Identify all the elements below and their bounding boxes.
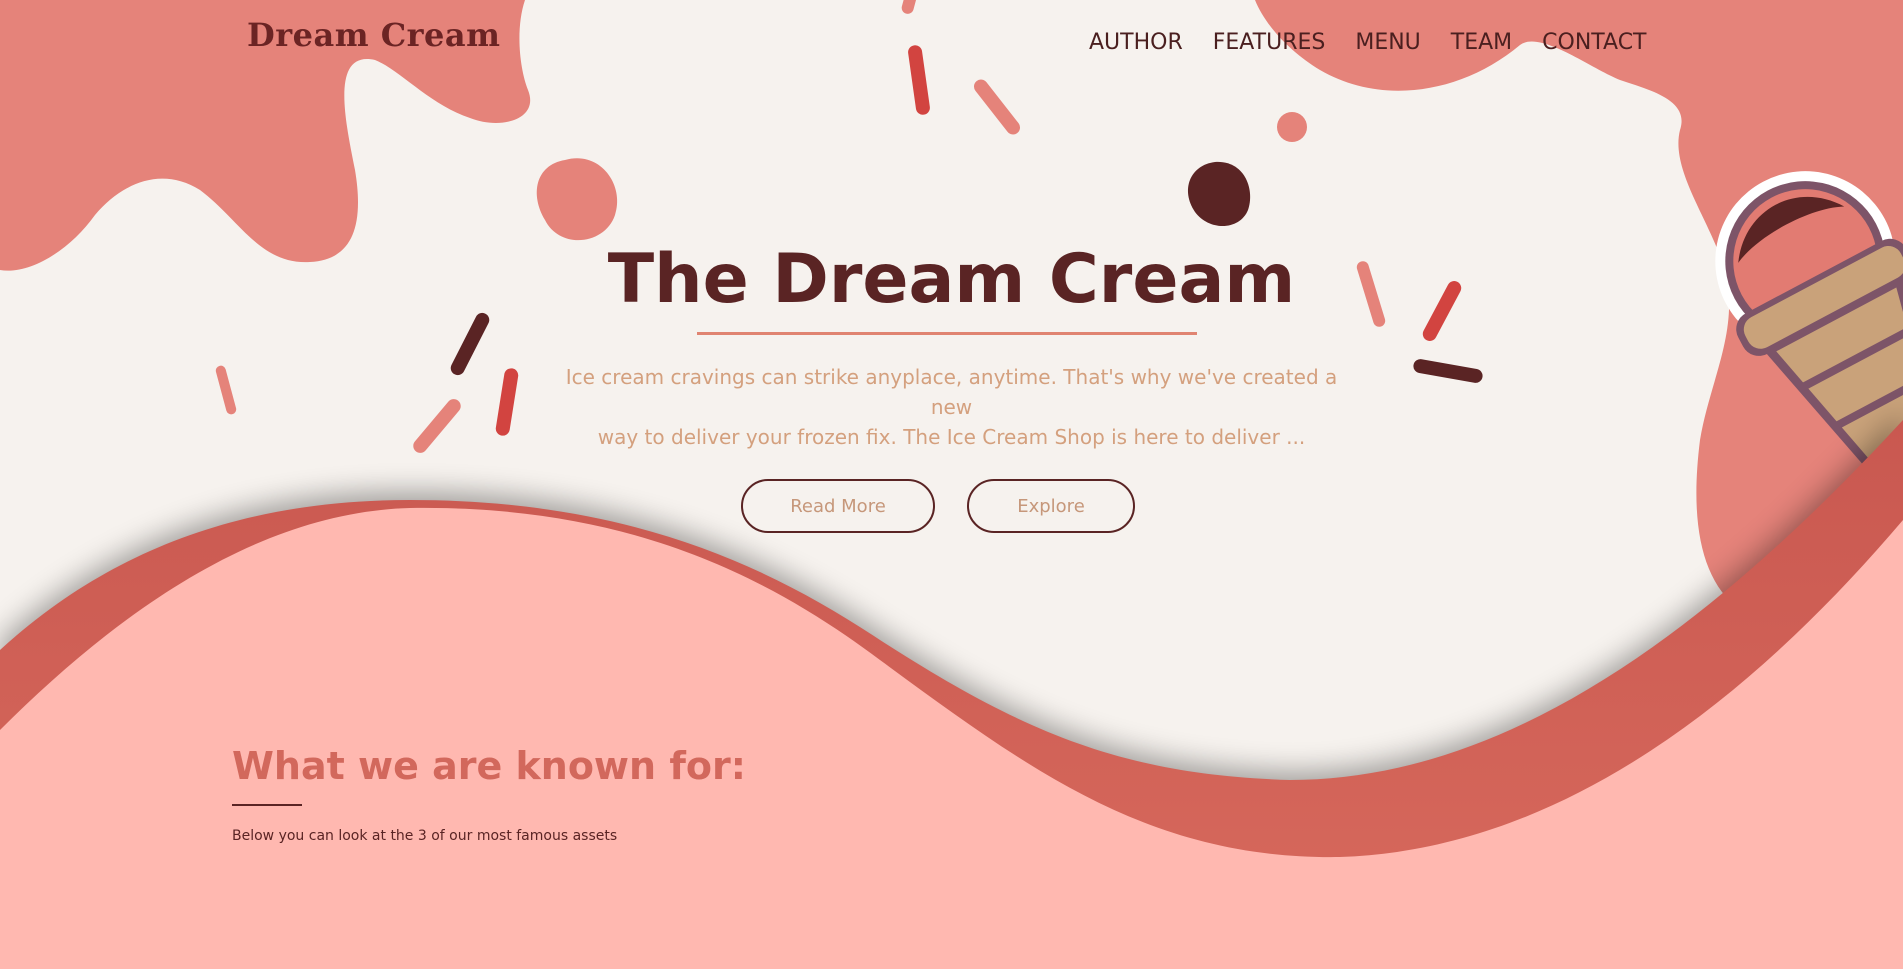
hero-title: The Dream Cream: [607, 240, 1296, 319]
hero-divider: [697, 332, 1197, 335]
background-decoration: [0, 0, 1903, 969]
nav-item-menu[interactable]: MENU: [1355, 30, 1420, 55]
section-description: Below you can look at the 3 of our most …: [232, 828, 618, 844]
section-title: What we are known for:: [232, 744, 746, 788]
nav-item-features[interactable]: FEATURES: [1213, 30, 1326, 55]
site-logo[interactable]: Dream Cream: [247, 16, 500, 54]
main-nav: AUTHOR FEATURES MENU TEAM CONTACT: [1089, 30, 1677, 55]
nav-item-team[interactable]: TEAM: [1451, 30, 1512, 55]
hero-description: Ice cream cravings can strike anyplace, …: [560, 362, 1343, 452]
nav-item-author[interactable]: AUTHOR: [1089, 30, 1183, 55]
hero-description-line-1: Ice cream cravings can strike anyplace, …: [565, 365, 1338, 419]
section-divider: [232, 804, 302, 806]
hero-description-line-2: way to deliver your frozen fix. The Ice …: [597, 425, 1306, 449]
read-more-button[interactable]: Read More: [741, 479, 935, 533]
nav-item-contact[interactable]: CONTACT: [1542, 30, 1646, 55]
explore-button[interactable]: Explore: [967, 479, 1135, 533]
